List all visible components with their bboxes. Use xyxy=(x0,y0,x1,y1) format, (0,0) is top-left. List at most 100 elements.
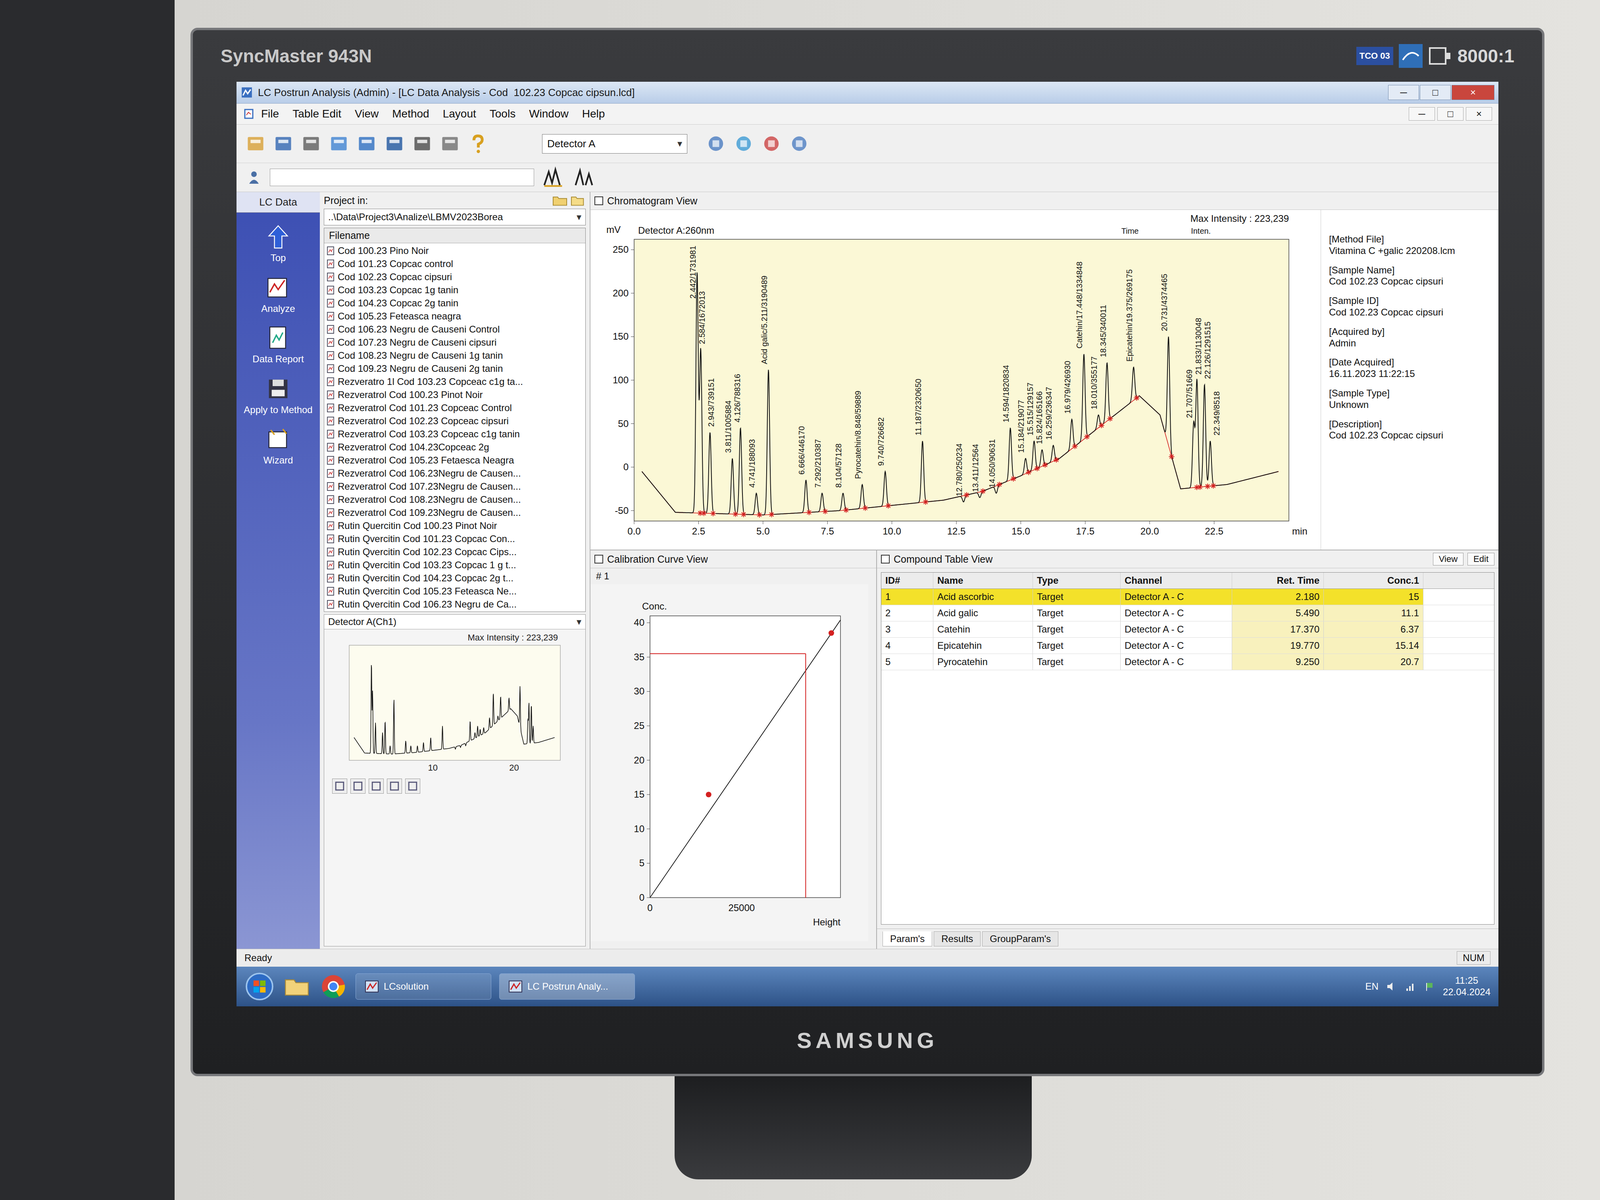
assistant-item[interactable]: Data Report xyxy=(240,324,316,365)
toolbar-button[interactable] xyxy=(272,132,295,155)
file-row[interactable]: Rutin Qvercitin Cod 105.23 Feteasca Ne..… xyxy=(325,584,584,598)
project-path-dropdown[interactable]: ..\Data\Project3\Analize\LBMV2023Borea▾ xyxy=(323,208,586,226)
preview-channel-dropdown[interactable]: Detector A(Ch1)▾ xyxy=(324,614,586,630)
open-folder-icon[interactable] xyxy=(570,194,586,207)
file-row[interactable]: Cod 109.23 Negru de Causeni 2g tanin xyxy=(325,361,584,375)
file-row[interactable]: Cod 103.23 Copcac 1g tanin xyxy=(325,283,584,297)
calibration-point[interactable] xyxy=(705,791,712,798)
file-row[interactable]: Rutin Qvercitin Cod 104.23 Copcac 2g t..… xyxy=(325,571,584,585)
file-row[interactable]: Rezveratrol Cod 107.23Negru de Causen... xyxy=(325,479,584,493)
file-row[interactable]: Cod 104.23 Copcac 2g tanin xyxy=(325,296,584,310)
edit-button[interactable]: Edit xyxy=(1467,552,1495,566)
document-control-button[interactable]: × xyxy=(1465,107,1493,121)
file-row[interactable]: Rezveratrol Cod 106.23Negru de Causen... xyxy=(325,466,584,480)
file-row[interactable]: Rezveratrol Cod 108.23Negru de Causen... xyxy=(325,492,584,506)
toolbar-button[interactable] xyxy=(355,132,378,155)
window-control-button[interactable]: ─ xyxy=(1388,84,1420,100)
document-control-button[interactable]: ─ xyxy=(1408,107,1435,121)
column-header[interactable]: Channel xyxy=(1120,572,1233,589)
calibration-point[interactable] xyxy=(828,630,835,636)
file-row[interactable]: Cod 100.23 Pino Noir xyxy=(325,244,584,258)
menu-item[interactable]: Table Edit xyxy=(292,107,342,121)
panel-toggle[interactable] xyxy=(594,554,604,564)
toolbar-button[interactable] xyxy=(327,132,350,155)
file-row[interactable]: Rutin Qvercitin Cod 102.23 Copcac Cips..… xyxy=(325,545,584,559)
table-row[interactable]: 1Acid ascorbicTargetDetector A - C2.1801… xyxy=(881,588,1495,606)
column-header[interactable]: Name xyxy=(933,572,1033,589)
view-button[interactable]: View xyxy=(1432,552,1464,566)
menu-item[interactable]: View xyxy=(354,107,379,121)
toolbar-field[interactable] xyxy=(269,168,535,187)
table-tab[interactable]: Results xyxy=(933,931,981,947)
toolbar-button[interactable] xyxy=(300,132,323,155)
table-row[interactable]: 3CatehinTargetDetector A - C17.3706.37 xyxy=(881,621,1495,638)
flag-icon[interactable] xyxy=(1423,980,1436,993)
file-row[interactable]: Cod 106.23 Negru de Causeni Control xyxy=(325,322,584,336)
file-row[interactable]: Rezveratrol Cod 101.23 Copceac Control xyxy=(325,401,584,415)
menu-item[interactable]: Help xyxy=(582,107,606,121)
file-row[interactable]: Cod 107.23 Negru de Causeni cipsuri xyxy=(325,335,584,349)
table-row[interactable]: 2Acid galicTargetDetector A - C5.49011.1 xyxy=(881,605,1495,622)
toolbar-button[interactable] xyxy=(383,132,406,155)
chromatogram-chart[interactable]: mVDetector A:260nmMax Intensity : 223,23… xyxy=(590,209,1321,550)
person-icon[interactable] xyxy=(246,169,262,186)
file-explorer-icon[interactable] xyxy=(282,972,312,1001)
preview-button[interactable] xyxy=(386,778,402,794)
file-row[interactable]: Cod 102.23 Copcac cipsuri xyxy=(325,270,584,284)
preview-button[interactable] xyxy=(350,778,366,794)
table-tab[interactable]: GroupParam's xyxy=(982,931,1059,947)
column-header[interactable]: Type xyxy=(1032,572,1121,589)
preview-button[interactable] xyxy=(405,778,421,794)
toolbar-button[interactable] xyxy=(438,132,462,155)
language-indicator[interactable]: EN xyxy=(1365,980,1379,993)
window-control-button[interactable]: □ xyxy=(1419,84,1451,100)
file-row[interactable]: Rutin Qvercitin Cod 101.23 Copcac Con... xyxy=(325,532,584,546)
start-orb-icon[interactable] xyxy=(244,971,275,1002)
toolbar-button[interactable] xyxy=(704,132,727,155)
file-row[interactable]: Cod 105.23 Feteasca neagra xyxy=(325,309,584,323)
clock[interactable]: 11:2522.04.2024 xyxy=(1442,975,1491,999)
menu-item[interactable]: Tools xyxy=(489,107,516,121)
table-row[interactable]: 4EpicatehinTargetDetector A - C19.77015.… xyxy=(881,637,1495,654)
folder-icon[interactable] xyxy=(552,194,568,207)
document-control-button[interactable]: □ xyxy=(1437,107,1464,121)
menu-item[interactable]: Method xyxy=(392,107,429,121)
table-row[interactable]: 5PyrocatehinTargetDetector A - C9.25020.… xyxy=(881,653,1495,671)
menu-item[interactable]: Window xyxy=(528,107,569,121)
toolbar-button[interactable] xyxy=(760,132,783,155)
panel-toggle[interactable] xyxy=(594,196,604,206)
panel-toggle[interactable] xyxy=(880,554,890,564)
assistant-item[interactable]: Wizard xyxy=(240,425,316,466)
toolbar-button[interactable] xyxy=(732,132,755,155)
chrome-icon[interactable] xyxy=(319,972,348,1001)
manual-integration-icon[interactable] xyxy=(572,166,595,189)
menu-item[interactable]: File xyxy=(261,107,279,121)
toolbar-button[interactable] xyxy=(244,132,267,155)
file-row[interactable]: Cod 101.23 Copcac control xyxy=(325,257,584,271)
detector-dropdown[interactable]: Detector A▾ xyxy=(542,134,688,154)
help-icon[interactable] xyxy=(466,132,489,155)
file-row[interactable]: Rutin Qvercitin Cod 106.23 Negru de Ca..… xyxy=(325,597,584,611)
toolbar-button[interactable] xyxy=(788,132,811,155)
menu-item[interactable]: Layout xyxy=(442,107,477,121)
file-row[interactable]: Rezveratrol Cod 104.23Copceac 2g xyxy=(325,440,584,454)
file-row[interactable]: Rezveratrol Cod 102.23 Copceac cipsuri xyxy=(325,414,584,428)
file-row[interactable]: Cod 108.23 Negru de Causeni 1g tanin xyxy=(325,348,584,362)
assistant-item[interactable]: Top xyxy=(240,223,316,264)
taskbar-app[interactable]: LCsolution xyxy=(355,973,492,1000)
window-control-button[interactable]: × xyxy=(1451,84,1495,100)
assistant-tab[interactable]: LC Data xyxy=(236,192,320,213)
file-row[interactable]: Rezveratrol Cod 103.23 Copceac c1g tanin xyxy=(325,427,584,441)
preview-button[interactable] xyxy=(368,778,384,794)
assistant-item[interactable]: Analyze xyxy=(240,273,316,315)
filename-column-header[interactable]: Filename xyxy=(324,228,586,244)
file-row[interactable]: Rutin Qvercitin Cod 103.23 Copcac 1 g t.… xyxy=(325,558,584,572)
preview-button[interactable] xyxy=(332,778,348,794)
network-icon[interactable] xyxy=(1404,980,1417,993)
peak-detect-icon[interactable] xyxy=(542,166,565,189)
assistant-item[interactable]: Apply to Method xyxy=(240,375,316,416)
volume-icon[interactable] xyxy=(1385,980,1398,993)
column-header[interactable]: ID# xyxy=(881,572,934,589)
file-row[interactable]: Rezveratrol Cod 105.23 Fetaesca Neagra xyxy=(325,453,584,467)
column-header[interactable]: Conc.1 xyxy=(1323,572,1424,589)
